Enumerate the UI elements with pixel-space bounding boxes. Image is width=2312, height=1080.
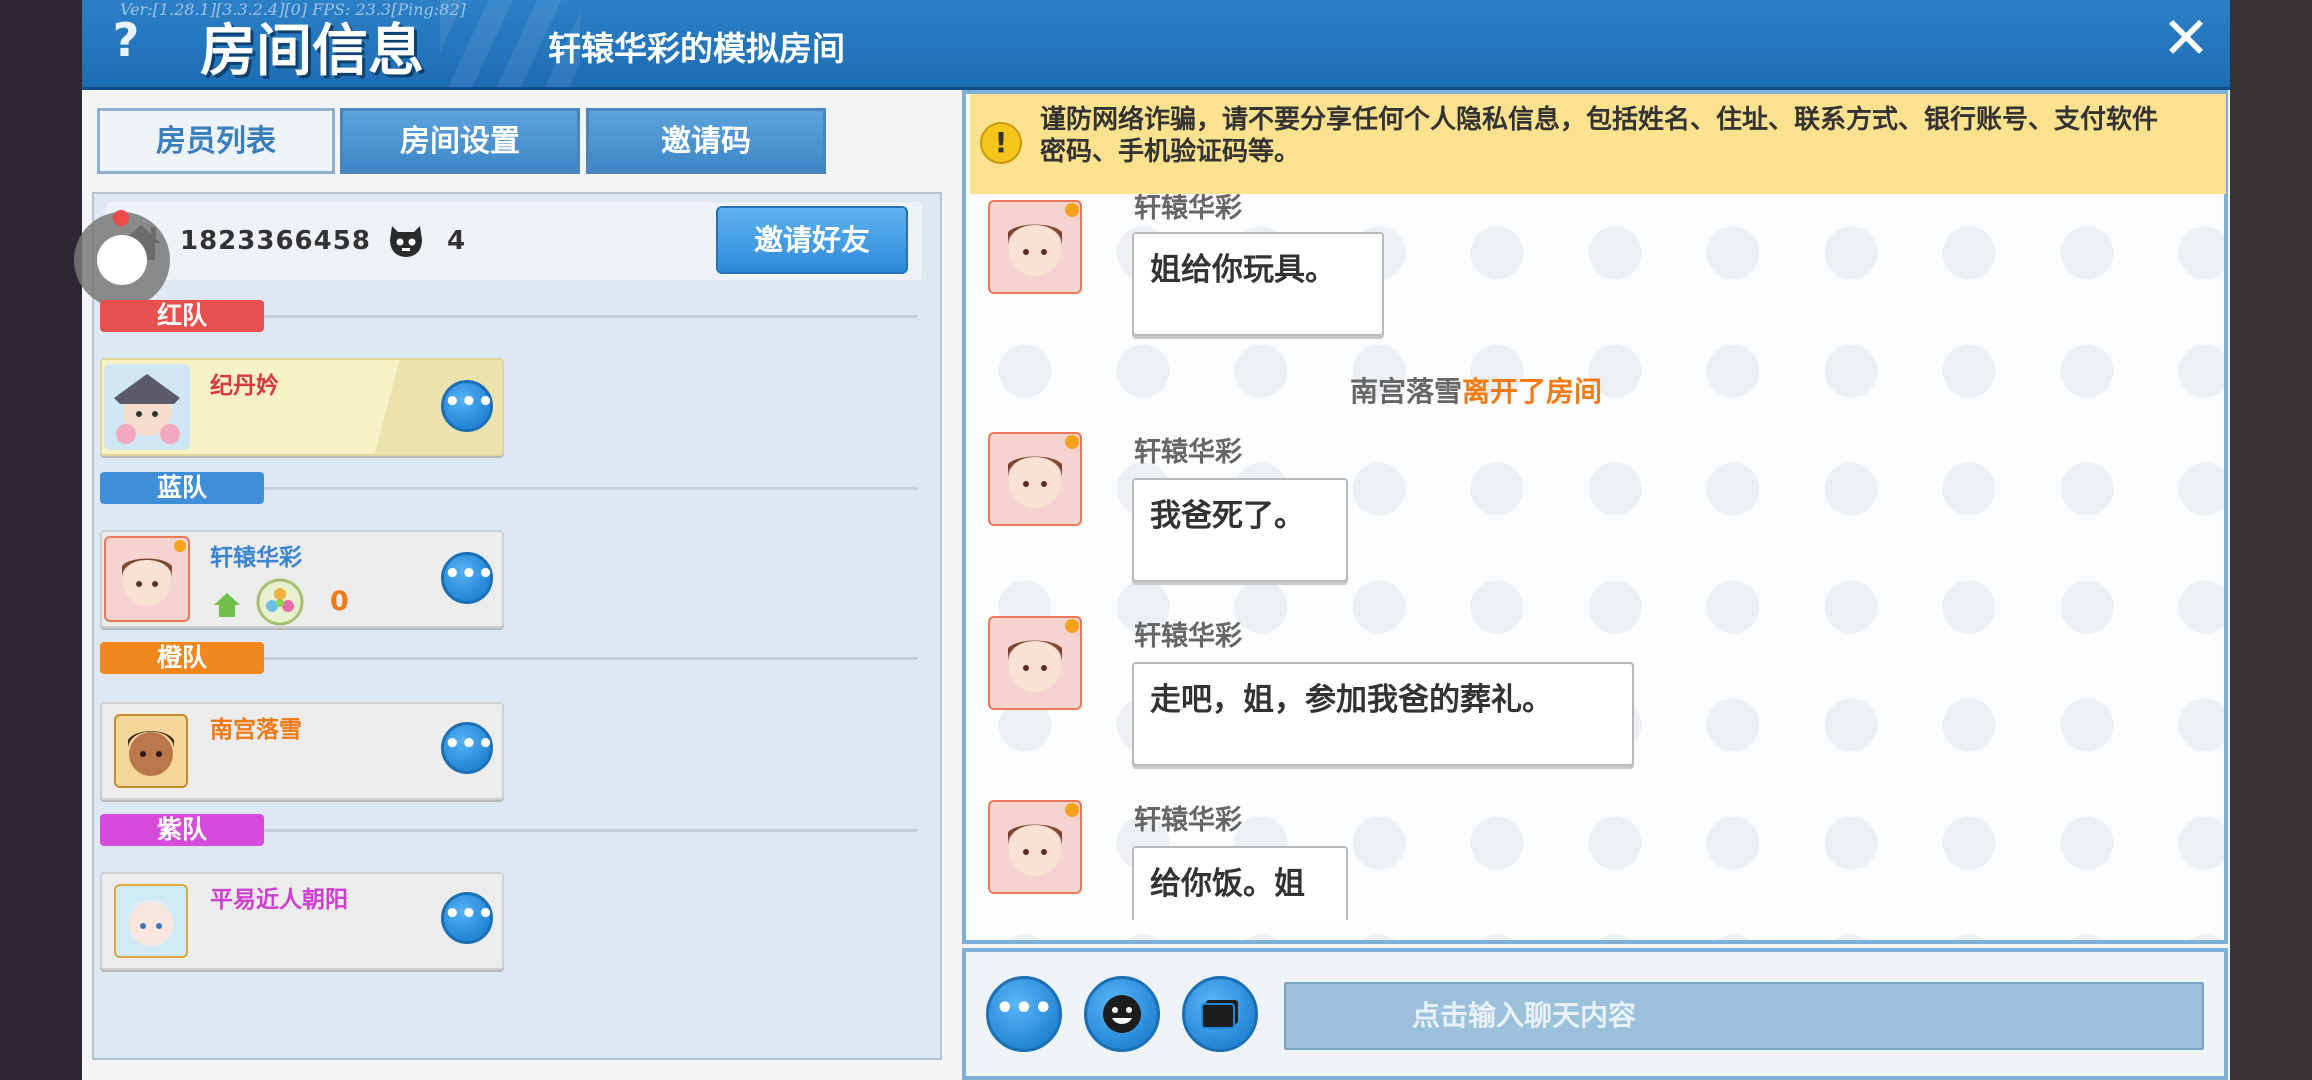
message-bubble: 我爸死了。 [1132, 478, 1348, 582]
team-divider [264, 829, 918, 832]
player-name: 纪丹妗 [210, 373, 279, 399]
chat-message-list[interactable]: 轩辕华彩 姐给你玩具。 南宫落雪离开了房间 轩辕华彩 我爸死了。 轩辕华彩 走吧… [966, 194, 2224, 920]
system-message-action: 离开了房间 [1462, 375, 1603, 408]
player-avatar [114, 884, 188, 958]
message-sender: 轩辕华彩 [1134, 805, 1242, 836]
message-sender: 轩辕华彩 [1134, 194, 1242, 224]
player-avatar [114, 714, 188, 788]
player-more-button[interactable]: ••• [441, 552, 494, 604]
tab-invite-code[interactable]: 邀请码 [586, 108, 826, 174]
more-options-button[interactable]: ••• [986, 976, 1062, 1052]
players-icon [390, 226, 422, 257]
player-avatar [104, 536, 190, 622]
game-background-right [2230, 0, 2312, 1080]
player-more-button[interactable]: ••• [441, 380, 494, 432]
game-background-left [0, 0, 82, 1080]
team-label-blue: 蓝队 [100, 472, 264, 504]
message-avatar [988, 200, 1082, 294]
team-divider [264, 657, 918, 660]
player-avatar [104, 364, 190, 450]
team-divider [264, 487, 918, 490]
team-label-orange: 橙队 [100, 642, 264, 674]
player-score: 0 [330, 586, 349, 617]
player-more-button[interactable]: ••• [441, 892, 494, 944]
message-bubble: 姐给你玩具。 [1132, 232, 1384, 336]
message-avatar [988, 432, 1082, 526]
notification-dot [113, 210, 129, 226]
system-message: 南宫落雪离开了房间 [1350, 370, 1602, 410]
room-name: 轩辕华彩的模拟房间 [548, 29, 845, 68]
team-divider [264, 315, 918, 318]
floating-assist-inner [97, 235, 147, 285]
system-message-user: 南宫落雪 [1350, 375, 1463, 408]
host-icon [214, 593, 240, 617]
level-badge-icon [256, 578, 304, 626]
message-bubble: 走吧，姐，参加我爸的葬礼。 [1132, 662, 1634, 766]
tab-member-list[interactable]: 房员列表 [97, 108, 335, 174]
message-sender: 轩辕华彩 [1134, 621, 1242, 652]
tab-room-settings[interactable]: 房间设置 [340, 108, 580, 174]
room-id: 1823366458 [180, 226, 371, 256]
emoji-icon [1103, 995, 1141, 1033]
message-sender: 轩辕华彩 [1134, 437, 1242, 468]
emoji-button[interactable] [1084, 976, 1160, 1052]
page-title: 房间信息 [200, 19, 424, 84]
warning-icon: ! [980, 122, 1022, 164]
player-name: 轩辕华彩 [210, 545, 302, 571]
invite-friend-button[interactable]: 邀请好友 [716, 206, 908, 274]
message-bubble: 给你饭。姐 [1132, 846, 1348, 920]
player-name: 南宫落雪 [210, 717, 302, 743]
player-count: 4 [447, 226, 466, 256]
team-label-red: 红队 [100, 300, 264, 332]
player-name: 平易近人朝阳 [210, 887, 348, 913]
quick-phrase-button[interactable] [1182, 976, 1258, 1052]
warning-text: 谨防网络诈骗，请不要分享任何个人隐私信息，包括姓名、住址、联系方式、银行账号、支… [1040, 105, 2159, 167]
team-label-purple: 紫队 [100, 814, 264, 846]
help-icon[interactable]: ? [104, 10, 148, 70]
close-icon[interactable]: ✕ [2158, 9, 2214, 67]
quick-phrase-icon [1201, 1000, 1238, 1029]
message-avatar [988, 616, 1082, 710]
chat-input-field[interactable]: 点击输入聊天内容 [1284, 982, 2204, 1050]
message-avatar [988, 800, 1082, 894]
player-more-button[interactable]: ••• [441, 722, 494, 774]
